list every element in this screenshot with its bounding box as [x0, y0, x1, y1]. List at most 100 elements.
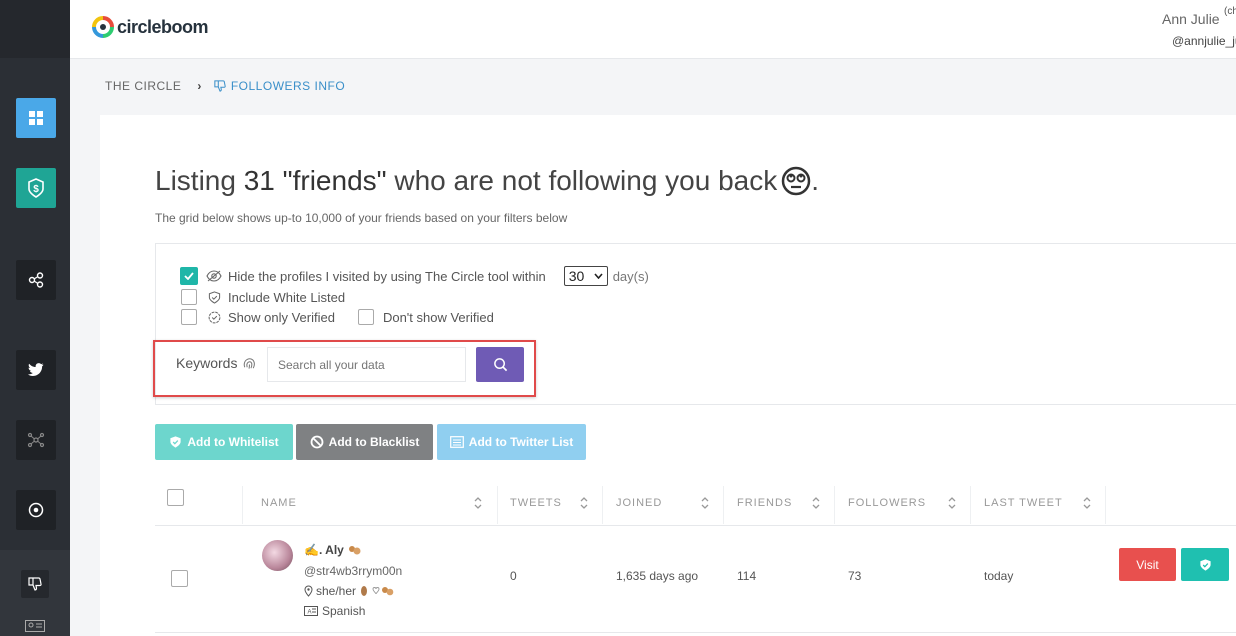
share-icon[interactable]: [16, 260, 56, 300]
column-divider: [834, 486, 835, 524]
cell-followers: 73: [848, 569, 862, 583]
column-header-followers[interactable]: FOLLOWERS: [848, 497, 926, 509]
verified-badge-icon: [208, 311, 221, 323]
cell-friends: 114: [737, 569, 757, 583]
column-divider: [970, 486, 971, 524]
language-icon: A: [304, 606, 318, 616]
only-verified-checkbox[interactable]: [181, 309, 197, 325]
title-count: 31: [243, 165, 275, 196]
column-divider: [497, 486, 498, 524]
profile-language-text: Spanish: [322, 604, 366, 618]
column-header-tweets[interactable]: TWEETS: [510, 497, 562, 509]
ban-icon: [310, 435, 324, 449]
days-select-value: 30: [568, 268, 585, 284]
profile-bio: she/her: [304, 584, 395, 598]
include-whitelisted-checkbox[interactable]: [181, 289, 197, 305]
add-to-twitter-list-label: Add to Twitter List: [468, 435, 574, 449]
id-card-icon[interactable]: [21, 616, 49, 636]
hide-visited-label: Hide the profiles I visited by using The…: [228, 268, 546, 284]
filter-hide-visited: Hide the profiles I visited by using The…: [180, 266, 649, 286]
chevron-down-icon: [594, 273, 603, 279]
column-divider: [1105, 486, 1106, 524]
sort-icon[interactable]: [700, 496, 710, 510]
breadcrumb: THE CIRCLE › FOLLOWERS INFO: [105, 79, 345, 93]
fingerprint-icon: [244, 357, 256, 369]
list-icon: [449, 436, 464, 448]
breadcrumb-chevron-icon: ›: [197, 79, 202, 93]
svg-text:$: $: [33, 184, 39, 195]
thumbs-down-icon[interactable]: [21, 570, 49, 598]
column-divider: [723, 486, 724, 524]
column-header-name[interactable]: NAME: [261, 497, 297, 509]
title-prefix: Listing: [155, 165, 236, 196]
dont-show-verified-label: Don't show Verified: [382, 309, 494, 325]
search-icon: [493, 358, 507, 372]
select-all-checkbox[interactable]: [167, 489, 184, 506]
keywords-label-text: Keywords: [176, 355, 238, 371]
search-button[interactable]: [476, 347, 524, 382]
column-header-friends[interactable]: FRIENDS: [737, 497, 792, 509]
days-unit-label: day(s): [612, 268, 649, 284]
title-end: .: [811, 165, 820, 196]
column-header-joined[interactable]: JOINED: [616, 497, 662, 509]
row-select-checkbox[interactable]: [171, 570, 188, 587]
sort-icon[interactable]: [1082, 496, 1092, 510]
column-header-last-tweet[interactable]: LAST TWEET: [984, 497, 1063, 509]
network-icon[interactable]: [16, 420, 56, 460]
profile-handle: @str4wb3rrym00n: [304, 564, 403, 578]
filter-include-whitelisted: Include White Listed: [181, 289, 345, 305]
emoji-icon: [361, 586, 394, 596]
keywords-label: Keywords: [176, 355, 257, 371]
svg-text:A: A: [308, 610, 312, 616]
dashboard-icon[interactable]: [16, 98, 56, 138]
cell-joined: 1,635 days ago: [616, 569, 699, 583]
add-to-whitelist-button[interactable]: Add to Whitelist: [155, 424, 293, 460]
breadcrumb-home[interactable]: THE CIRCLE: [105, 79, 181, 93]
cell-tweets: 0: [510, 569, 517, 583]
sidebar-top: [0, 0, 70, 58]
profile-name[interactable]: ✍. Aly: [304, 543, 362, 557]
profile-name-text: ✍. Aly: [304, 543, 344, 557]
eye-slash-icon: [206, 270, 222, 282]
breadcrumb-current: FOLLOWERS INFO: [214, 79, 345, 93]
table-row-divider: [155, 632, 1236, 633]
add-to-blacklist-label: Add to Blacklist: [328, 435, 420, 449]
add-to-twitter-list-button[interactable]: Add to Twitter List: [437, 424, 586, 460]
whitelist-row-button[interactable]: [1181, 548, 1229, 581]
include-whitelisted-label: Include White Listed: [228, 289, 346, 305]
filter-only-verified: Show only Verified Don't show Verified: [181, 309, 494, 325]
sort-icon[interactable]: [473, 496, 483, 510]
target-icon[interactable]: [16, 490, 56, 530]
dont-show-verified-checkbox[interactable]: [357, 309, 374, 325]
circleboom-logo[interactable]: circleboom: [92, 16, 209, 38]
table-header-divider: [155, 525, 1236, 526]
page-subtitle: The grid below shows up-to 10,000 of you…: [155, 211, 568, 225]
search-input[interactable]: [267, 347, 466, 382]
page-title: Listing 31 "friends" who are not followi…: [155, 165, 819, 197]
user-name-suffix: (ch: [1224, 6, 1236, 17]
profile-language: A Spanish: [304, 604, 365, 618]
shield-check-icon: [208, 290, 221, 304]
days-select[interactable]: 30: [563, 266, 608, 286]
thumbs-down-icon: [214, 80, 226, 92]
profile-bio-text: she/her: [316, 584, 357, 598]
sort-icon[interactable]: [947, 496, 957, 510]
user-name[interactable]: Ann Julie: [1162, 11, 1220, 27]
shield-check-icon: [170, 436, 181, 448]
dollar-icon[interactable]: $: [16, 168, 56, 208]
sidebar: $: [0, 0, 70, 636]
add-to-blacklist-button[interactable]: Add to Blacklist: [296, 424, 433, 460]
avatar[interactable]: [262, 540, 293, 571]
circleboom-logo-icon: [92, 16, 114, 38]
visit-button[interactable]: Visit: [1119, 548, 1176, 581]
sort-icon[interactable]: [811, 496, 821, 510]
twitter-icon[interactable]: [16, 350, 56, 390]
sidebar-lower-section: [0, 550, 70, 636]
emoji-icon: [348, 546, 361, 555]
column-divider: [242, 486, 243, 524]
column-divider: [602, 486, 603, 524]
add-to-whitelist-label: Add to Whitelist: [187, 435, 279, 449]
hide-visited-checkbox[interactable]: [180, 267, 198, 285]
sort-icon[interactable]: [579, 496, 589, 510]
rolling-eyes-emoji-icon: [782, 166, 811, 196]
